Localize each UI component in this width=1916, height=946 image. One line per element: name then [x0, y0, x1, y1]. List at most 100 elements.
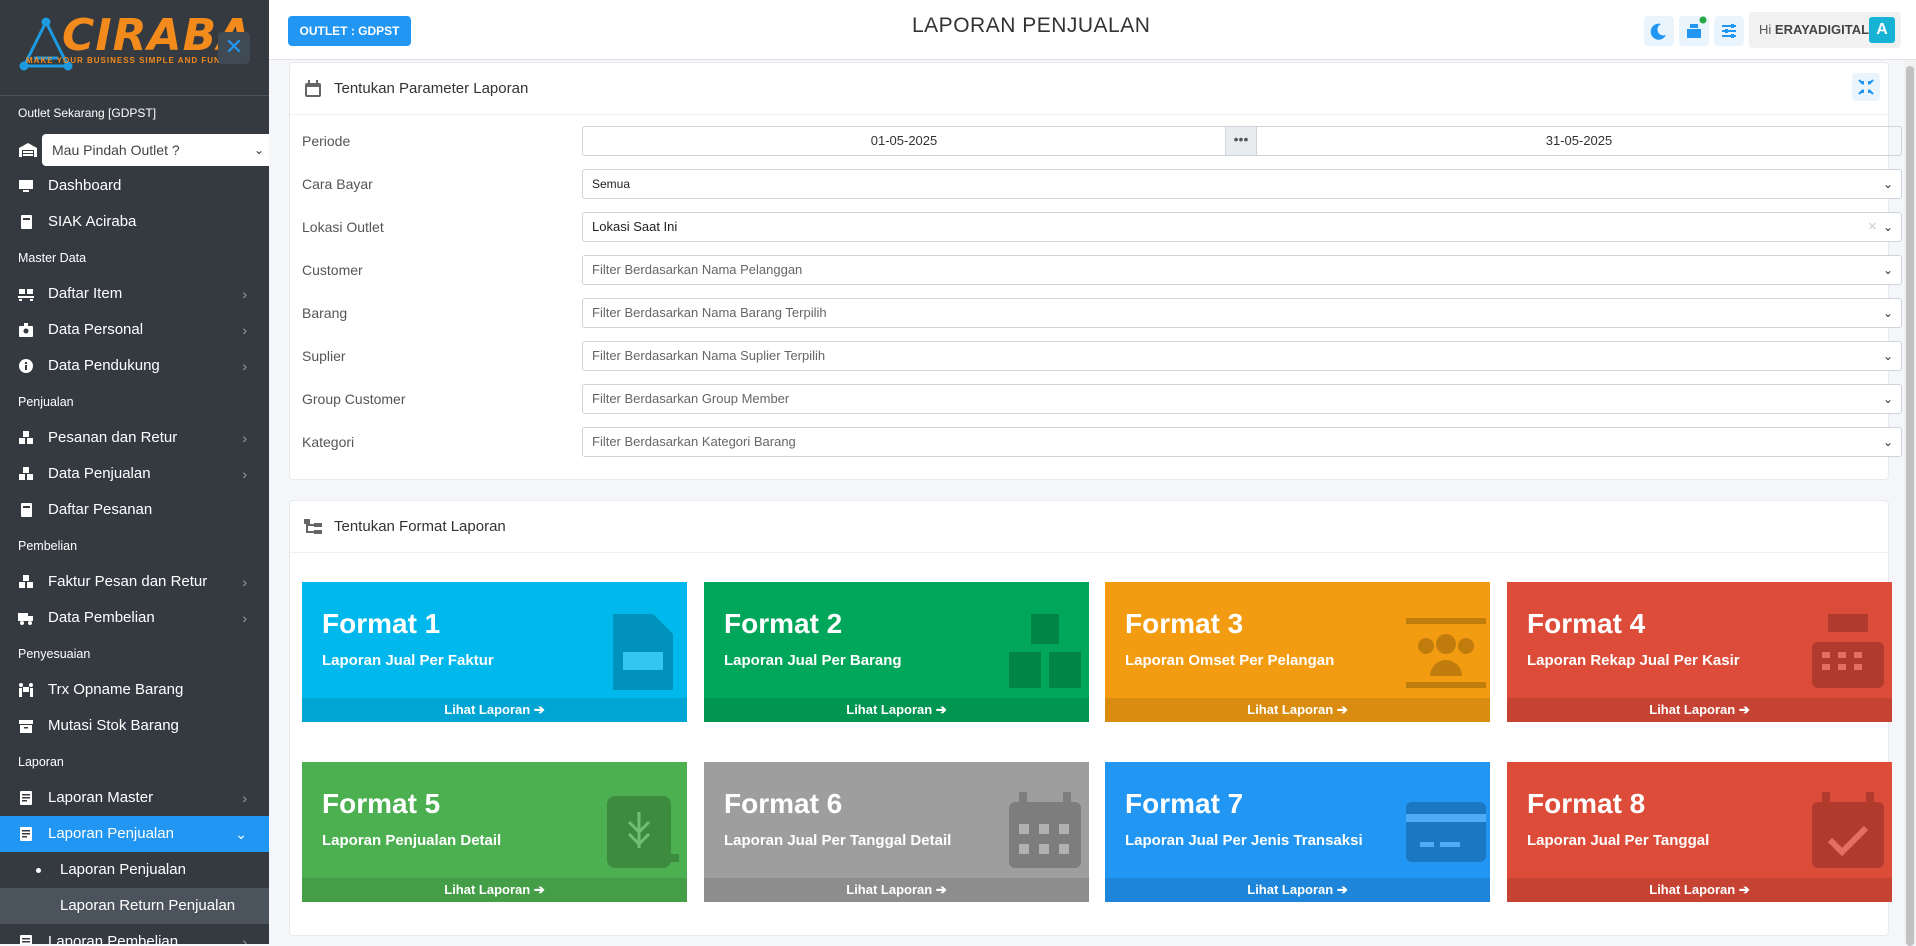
sidebar-item[interactable]: Daftar Item › [0, 276, 269, 312]
param-select[interactable]: Semua ⌄ [582, 169, 1902, 199]
format-tile[interactable]: Format 2 Laporan Jual Per Barang Lihat Lap… [704, 582, 1089, 722]
param-select[interactable]: Filter Berdasarkan Nama Barang Terpilih ⌄ [582, 298, 1902, 328]
settings-sliders-button[interactable] [1714, 16, 1744, 46]
chevron-down-icon: ⌄ [1882, 220, 1893, 234]
sidebar-item-label: Data Penjualan [48, 465, 151, 482]
sidebar-subitem[interactable]: Laporan Penjualan [0, 852, 269, 888]
format-tile[interactable]: Format 8 Laporan Jual Per Tanggal Lihat La… [1507, 762, 1892, 902]
cash-register-button[interactable] [1679, 16, 1709, 46]
view-report-link[interactable]: Lihat Laporan ➔ [1507, 878, 1892, 902]
sidebar-item[interactable]: Data Pembelian › [0, 600, 269, 636]
scrollbar-thumb[interactable] [1906, 66, 1914, 946]
sidebar-item[interactable]: Laporan Penjualan ⌄ [0, 816, 269, 852]
calendar-check-icon [1812, 792, 1884, 868]
greeting: Hi [1759, 22, 1772, 37]
parameter-card: Tentukan Parameter Laporan Periode 01-05… [289, 62, 1902, 480]
outlet-button[interactable]: OUTLET : GDPST [288, 16, 411, 46]
view-report-label: Lihat Laporan [846, 882, 933, 897]
param-select[interactable]: Lokasi Saat Ini ✕ ⌄ [582, 212, 1902, 242]
warehouse-icon [19, 143, 37, 157]
date-to-input[interactable]: 31-05-2025 [1256, 126, 1902, 156]
param-row: Lokasi Outlet Lokasi Saat Ini ✕ ⌄ [302, 212, 1916, 242]
param-select-value: Filter Berdasarkan Kategori Barang [592, 434, 796, 449]
compress-icon [1858, 79, 1874, 95]
format-tile-subtitle: Laporan Jual Per Barang [724, 652, 902, 669]
sidebar-item-label: Faktur Pesan dan Retur [48, 573, 208, 590]
moon-icon [1650, 23, 1666, 40]
param-row: Customer Filter Berdasarkan Nama Pelangga… [302, 255, 1916, 285]
sidebar-item[interactable]: Data Pendukung › [0, 348, 269, 384]
boxes-icon [1009, 614, 1081, 688]
boxes-icon [19, 575, 33, 588]
sidebar-item[interactable]: Pesanan dan Retur › [0, 420, 269, 456]
arrow-circle-right-icon: ➔ [935, 702, 947, 717]
sidebar-item[interactable]: Data Penjualan › [0, 456, 269, 492]
date-from-input[interactable]: 01-05-2025 [582, 126, 1226, 156]
arrow-circle-right-icon: ➔ [533, 882, 545, 897]
format-tile[interactable]: Format 7 Laporan Jual Per Jenis Transaksi… [1105, 762, 1490, 902]
sidebar: CIRABA MAKE YOUR BUSINESS SIMPLE AND FUN… [0, 0, 269, 944]
format-card-header: Tentukan Format Laporan [290, 501, 1888, 553]
collapse-button[interactable] [1852, 73, 1880, 101]
close-icon: ✕ [224, 34, 244, 59]
sidebar-item[interactable]: Laporan Master › [0, 780, 269, 816]
format-tile[interactable]: Format 1 Laporan Jual Per Faktur Lihat Lap… [302, 582, 687, 722]
param-select[interactable]: Filter Berdasarkan Kategori Barang ⌄ [582, 427, 1902, 457]
nav-section-header: Pembelian [18, 539, 78, 553]
param-select-value: Filter Berdasarkan Nama Pelanggan [592, 262, 803, 277]
view-report-link[interactable]: Lihat Laporan ➔ [704, 698, 1089, 722]
sidebar-item[interactable]: Data Personal › [0, 312, 269, 348]
scrollbar[interactable] [1904, 60, 1916, 946]
chevron-down-icon: ⌄ [1882, 392, 1893, 406]
view-report-link[interactable]: Lihat Laporan ➔ [1105, 878, 1490, 902]
format-tile-subtitle: Laporan Jual Per Tanggal Detail [724, 832, 952, 849]
date-range-separator: ••• [1225, 126, 1257, 156]
format-tile[interactable]: Format 3 Laporan Omset Per Pelangan Lihat … [1105, 582, 1490, 722]
param-select[interactable]: Filter Berdasarkan Nama Suplier Terpilih… [582, 341, 1902, 371]
sidebar-subitem[interactable]: Laporan Return Penjualan [0, 888, 269, 924]
view-report-link[interactable]: Lihat Laporan ➔ [1507, 698, 1892, 722]
pallet-icon [18, 289, 34, 301]
chevron-right-icon: › [242, 790, 247, 806]
dark-mode-button[interactable] [1644, 16, 1674, 46]
sidebar-item-label: Laporan Pembelian [48, 933, 179, 944]
report-icon [20, 827, 32, 841]
param-select-value: Filter Berdasarkan Nama Suplier Terpilih [592, 348, 826, 363]
view-report-label: Lihat Laporan [1247, 882, 1334, 897]
sidebar-item-label: Data Pendukung [48, 357, 160, 374]
sidebar-item[interactable]: Trx Opname Barang [0, 672, 269, 708]
user-menu[interactable]: Hi ERAYADIGITAL A [1749, 12, 1901, 48]
param-label: Cara Bayar [302, 176, 373, 192]
book-icon [21, 215, 32, 229]
param-select-value: Semua [592, 177, 631, 191]
close-sidebar-button[interactable]: ✕ [218, 32, 250, 64]
view-report-link[interactable]: Lihat Laporan ➔ [1105, 698, 1490, 722]
truck-icon [18, 613, 33, 625]
format-tile[interactable]: Format 4 Laporan Rekap Jual Per Kasir Liha… [1507, 582, 1892, 722]
view-report-link[interactable]: Lihat Laporan ➔ [704, 878, 1089, 902]
format-tile[interactable]: Format 5 Laporan Penjualan Detail Lihat La… [302, 762, 687, 902]
sidebar-item[interactable]: SIAK Aciraba [0, 204, 269, 240]
clear-icon[interactable]: ✕ [1868, 213, 1877, 241]
view-report-link[interactable]: Lihat Laporan ➔ [302, 878, 687, 902]
param-select[interactable]: Filter Berdasarkan Group Member ⌄ [582, 384, 1902, 414]
outlet-select-value: Mau Pindah Outlet ? [52, 142, 180, 158]
sidebar-item[interactable]: Dashboard [0, 168, 269, 204]
outlet-select[interactable]: Mau Pindah Outlet ? ⌄ [42, 134, 269, 166]
param-select-value: Lokasi Saat Ini [592, 219, 678, 234]
sidebar-item[interactable]: Faktur Pesan dan Retur › [0, 564, 269, 600]
sidebar-item[interactable]: Laporan Pembelian › [0, 924, 269, 944]
sidebar-item[interactable]: Daftar Pesanan [0, 492, 269, 528]
chevron-right-icon: › [242, 574, 247, 590]
credit-card-icon [1406, 802, 1486, 862]
format-tile-title: Format 6 [724, 788, 843, 819]
format-tile[interactable]: Format 6 Laporan Jual Per Tanggal Detail L… [704, 762, 1089, 902]
param-label: Lokasi Outlet [302, 219, 384, 235]
format-tile-title: Format 3 [1125, 608, 1244, 639]
format-tile-title: Format 5 [322, 788, 441, 819]
param-select[interactable]: Filter Berdasarkan Nama Pelanggan ⌄ [582, 255, 1902, 285]
file-invoice-icon [613, 614, 673, 690]
view-report-link[interactable]: Lihat Laporan ➔ [302, 698, 687, 722]
sidebar-item[interactable]: Mutasi Stok Barang [0, 708, 269, 744]
arrow-circle-right-icon: ➔ [1336, 702, 1348, 717]
